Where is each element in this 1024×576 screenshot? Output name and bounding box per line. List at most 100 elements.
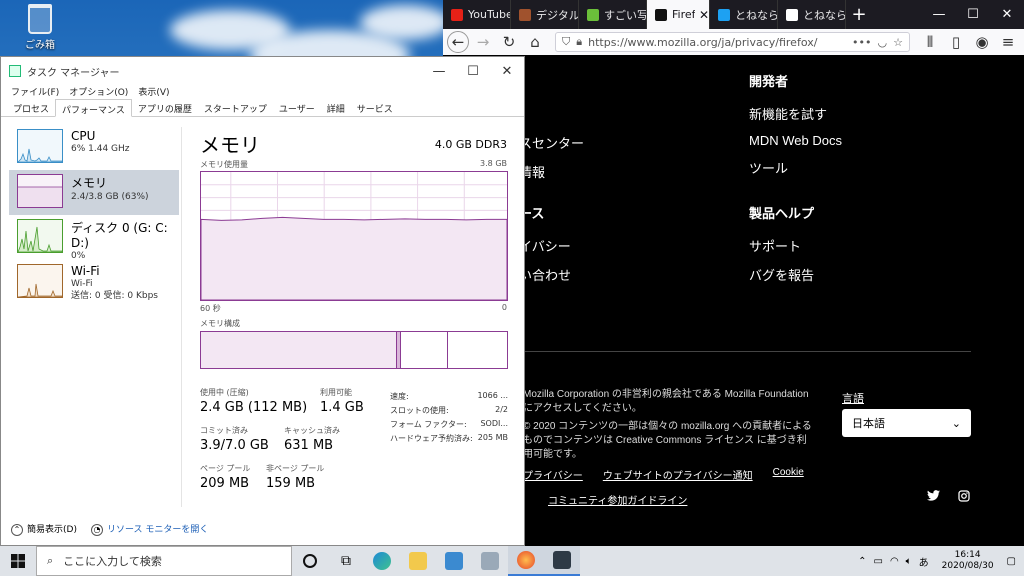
tab-performance[interactable]: パフォーマンス	[55, 99, 132, 117]
website-privacy-link[interactable]: ウェブサイトのプライバシー通知	[603, 467, 753, 482]
taskbar-firefox[interactable]	[508, 546, 544, 576]
close-tab-icon[interactable]: ✕	[699, 8, 709, 22]
shield-icon[interactable]: ⛉	[562, 35, 570, 49]
community-guidelines-link[interactable]: コミュニティ参加ガイドライン	[548, 492, 687, 507]
footer-link[interactable]: バグを報告	[749, 265, 814, 284]
menu-options[interactable]: オプション(O)	[69, 85, 128, 99]
photos-icon	[481, 552, 499, 570]
taskbar-explorer[interactable]	[400, 546, 436, 576]
tab-processes[interactable]: プロセス	[7, 99, 55, 116]
task-view-button[interactable]: ⧉	[328, 546, 364, 576]
axis-left-label: 60 秒	[200, 304, 221, 313]
mozilla-icon	[655, 8, 667, 21]
calculator-icon	[445, 552, 463, 570]
forward-button[interactable]: →	[471, 31, 495, 53]
language-select[interactable]: 日本語 ⌄	[842, 409, 971, 437]
taskbar-calculator[interactable]	[436, 546, 472, 576]
tab-youtube[interactable]: YouTube	[443, 0, 511, 29]
menu-file[interactable]: ファイル(F)	[11, 85, 59, 99]
resource-monitor-link[interactable]: ◔ リソース モニターを開く	[90, 522, 208, 536]
wifi-icon[interactable]: ◠	[890, 556, 899, 567]
site-icon	[587, 8, 599, 21]
volume-icon[interactable]: 🔈︎	[906, 556, 912, 567]
tab-users[interactable]: ユーザー	[273, 99, 321, 116]
sidebar-item-wifi[interactable]: Wi-Fi Wi-Fi 送信: 0 受信: 0 Kbps	[9, 260, 179, 305]
social-links	[927, 490, 970, 505]
tab-details[interactable]: 詳細	[321, 99, 351, 116]
account-icon[interactable]: ◉	[970, 31, 994, 53]
url-bar[interactable]: ⛉ 🔒︎ https://www.mozilla.org/ja/privacy/…	[555, 32, 910, 52]
memory-composition-bar	[200, 331, 508, 369]
site-icon	[786, 8, 798, 21]
footer-link[interactable]: ツール	[749, 158, 842, 177]
menu-view[interactable]: 表示(V)	[138, 85, 169, 99]
maximize-button[interactable]: ☐	[456, 64, 490, 79]
minimize-button[interactable]: —	[922, 0, 956, 29]
tab-tonenara[interactable]: とねなら	[778, 0, 846, 29]
kv-hw-reserved: ハードウェア予約済み: 205 MB	[390, 433, 508, 443]
sidebar-item-cpu[interactable]: CPU 6% 1.44 GHz	[9, 125, 179, 170]
legal-text-1: Mozilla Corporation の非営利の親会社である Mozilla …	[523, 389, 809, 414]
library-icon[interactable]: ⫴	[918, 31, 942, 53]
notification-icon[interactable]: ▢	[1007, 556, 1016, 567]
taskbar-app[interactable]	[472, 546, 508, 576]
menu-icon[interactable]: ≡	[996, 31, 1020, 53]
chevron-down-icon: ⌄	[951, 417, 961, 430]
close-button[interactable]: ✕	[990, 0, 1024, 29]
instagram-icon[interactable]	[958, 490, 970, 505]
taskbar-edge[interactable]	[364, 546, 400, 576]
chevron-up-icon[interactable]: ⌃	[858, 556, 866, 567]
taskbar: ⌕ ここに入力して検索 ⧉ ⌃ ▭ ◠ 🔈︎ あ 16:14 2020/08/3…	[0, 546, 1024, 576]
axis-right-label: 0	[501, 303, 507, 312]
reload-button[interactable]: ↻	[497, 31, 521, 53]
resource-sidebar: CPU 6% 1.44 GHz メモリ 2.4/3.8 GB (63%) ディス…	[9, 125, 179, 305]
firefox-icon	[517, 551, 535, 569]
sidebar-icon[interactable]: ▯	[944, 31, 968, 53]
more-actions-icon[interactable]: •••	[852, 36, 871, 49]
tab-firefox[interactable]: Firefox✕	[647, 0, 710, 29]
bookmark-star-icon[interactable]: ☆	[893, 36, 903, 49]
start-button[interactable]	[0, 546, 36, 576]
tab-services[interactable]: サービス	[351, 99, 399, 116]
memory-sparkline	[17, 174, 63, 208]
tab-twitter[interactable]: とねなら	[710, 0, 778, 29]
sidebar-item-memory[interactable]: メモリ 2.4/3.8 GB (63%)	[9, 170, 179, 215]
footer-heading: 開発者	[749, 74, 789, 89]
disk-sparkline	[17, 219, 63, 253]
battery-icon[interactable]: ▭	[873, 556, 882, 567]
cortana-button[interactable]	[292, 546, 328, 576]
window-title: タスク マネージャー	[27, 67, 120, 79]
recycle-bin[interactable]: ごみ箱	[18, 4, 62, 51]
fewer-details-button[interactable]: ⌃ 簡易表示(D)	[11, 522, 77, 536]
footer-link[interactable]: 新機能を試す	[749, 104, 842, 123]
footer-link[interactable]: MDN Web Docs	[749, 133, 842, 148]
new-tab-button[interactable]: +	[846, 0, 872, 29]
wifi-sub: Wi-Fi	[71, 279, 93, 289]
footer-link[interactable]: サポート	[749, 236, 814, 255]
taskbar-task-manager[interactable]	[544, 546, 580, 576]
tab-digital[interactable]: デジタル	[511, 0, 579, 29]
disk-name: ディスク 0 (G: C: D:)	[71, 221, 168, 250]
search-placeholder: ここに入力して検索	[63, 555, 162, 568]
close-button[interactable]: ✕	[490, 64, 524, 79]
tab-app-history[interactable]: アプリの履歴	[132, 99, 198, 116]
cookie-link[interactable]: Cookie	[773, 467, 804, 482]
clock-time: 16:14	[954, 550, 981, 560]
home-button[interactable]: ⌂	[523, 31, 547, 53]
pocket-icon[interactable]: ◡	[878, 36, 888, 49]
privacy-link[interactable]: プライバシー	[523, 467, 583, 482]
ime-icon[interactable]: あ	[919, 554, 929, 569]
tab-startup[interactable]: スタートアップ	[198, 99, 273, 116]
sidebar-item-disk[interactable]: ディスク 0 (G: C: D:) 0%	[9, 215, 179, 261]
tab-sugoi[interactable]: すごい写	[579, 0, 647, 29]
url-text[interactable]: https://www.mozilla.org/ja/privacy/firef…	[588, 36, 846, 49]
memory-usage-graph	[200, 171, 508, 301]
minimize-button[interactable]: —	[422, 64, 456, 79]
lock-icon[interactable]: 🔒︎	[576, 35, 582, 49]
maximize-button[interactable]: ☐	[956, 0, 990, 29]
clock[interactable]: 16:14 2020/08/30	[942, 550, 994, 572]
taskbar-search[interactable]: ⌕ ここに入力して検索	[36, 546, 292, 576]
kv-form-factor: フォーム ファクター: SODI...	[390, 419, 508, 429]
back-button[interactable]: ←	[447, 31, 469, 53]
twitter-icon[interactable]	[927, 490, 940, 505]
